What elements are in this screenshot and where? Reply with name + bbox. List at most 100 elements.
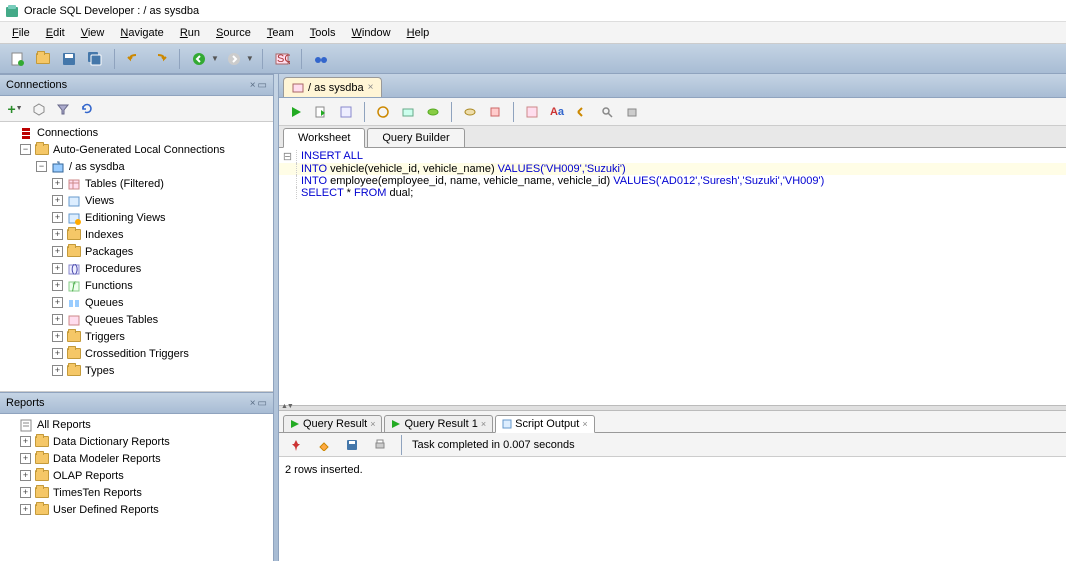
window-title: Oracle SQL Developer : / as sysdba — [24, 5, 199, 17]
editor-toolbar: Aa — [279, 98, 1066, 126]
sql-editor[interactable]: ⊟INSERT ALL INTO vehicle(vehicle_id, veh… — [279, 148, 1066, 405]
menu-bar: File Edit View Navigate Run Source Team … — [0, 22, 1066, 44]
rollback-button[interactable] — [459, 101, 481, 123]
minimize-icon[interactable]: × — [250, 80, 256, 91]
new-button[interactable] — [6, 48, 28, 70]
clear-button[interactable] — [521, 101, 543, 123]
menu-view[interactable]: View — [73, 25, 113, 41]
tree-triggers[interactable]: +Triggers — [0, 328, 273, 345]
run-script-button[interactable] — [310, 101, 332, 123]
script-output-body[interactable]: 2 rows inserted. — [279, 457, 1066, 561]
forward-button[interactable]: ▼ — [223, 48, 254, 70]
redo-button[interactable] — [149, 48, 171, 70]
back-button[interactable]: ▼ — [188, 48, 219, 70]
result-tabs: Query Result× Query Result 1× Script Out… — [279, 411, 1066, 433]
connections-title: Connections — [6, 79, 67, 91]
result-toolbar: Task completed in 0.007 seconds — [279, 433, 1066, 457]
tree-user-defined-reports[interactable]: +User Defined Reports — [0, 501, 273, 518]
tree-all-reports[interactable]: All Reports — [0, 416, 273, 433]
tree-connection[interactable]: −/ as sysdba — [0, 158, 273, 175]
tree-olap-reports[interactable]: +OLAP Reports — [0, 467, 273, 484]
tree-root-connections[interactable]: Connections — [0, 124, 273, 141]
reports-tree[interactable]: All Reports +Data Dictionary Reports +Da… — [0, 414, 273, 561]
filter-button[interactable] — [52, 98, 74, 120]
new-connection-button[interactable]: +▼ — [4, 98, 26, 120]
open-button[interactable] — [32, 48, 54, 70]
tns-button[interactable] — [28, 98, 50, 120]
reports-title: Reports — [6, 397, 45, 409]
tree-queues-tables[interactable]: +Queues Tables — [0, 311, 273, 328]
run-statement-button[interactable] — [285, 101, 307, 123]
svg-text:SQL: SQL — [277, 53, 290, 65]
bookmark-button[interactable] — [621, 101, 643, 123]
editor-area: / as sysdba × Aa Worksheet Query Builder — [279, 74, 1066, 561]
save-output-button[interactable] — [341, 434, 363, 456]
menu-navigate[interactable]: Navigate — [112, 25, 171, 41]
worksheet-tabs: Worksheet Query Builder — [279, 126, 1066, 148]
upper-lower-button[interactable]: Aa — [546, 101, 568, 123]
close-tab-icon[interactable]: × — [368, 82, 374, 93]
tree-timesten-reports[interactable]: +TimesTen Reports — [0, 484, 273, 501]
menu-file[interactable]: File — [4, 25, 38, 41]
reports-restore-icon[interactable]: ▭ — [258, 398, 267, 409]
menu-run[interactable]: Run — [172, 25, 208, 41]
pin-button[interactable] — [285, 434, 307, 456]
connections-panel-header: Connections ×▭ — [0, 74, 273, 96]
close-icon[interactable]: × — [582, 419, 587, 429]
document-tabs: / as sysdba × — [279, 74, 1066, 98]
sql-tuning-button[interactable] — [397, 101, 419, 123]
tree-views[interactable]: +Views — [0, 192, 273, 209]
close-icon[interactable]: × — [370, 419, 375, 429]
tab-query-result[interactable]: Query Result× — [283, 415, 382, 432]
app-icon — [4, 3, 20, 19]
tree-tables[interactable]: +Tables (Filtered) — [0, 175, 273, 192]
tab-query-builder[interactable]: Query Builder — [367, 128, 464, 147]
tree-data-modeler-reports[interactable]: +Data Modeler Reports — [0, 450, 273, 467]
save-all-button[interactable] — [84, 48, 106, 70]
refresh-button[interactable] — [76, 98, 98, 120]
find-button[interactable] — [596, 101, 618, 123]
menu-edit[interactable]: Edit — [38, 25, 73, 41]
tree-editioning-views[interactable]: +Editioning Views — [0, 209, 273, 226]
results-panel: Query Result× Query Result 1× Script Out… — [279, 411, 1066, 561]
binoculars-button[interactable] — [310, 48, 332, 70]
tab-script-output[interactable]: Script Output× — [495, 415, 594, 433]
menu-help[interactable]: Help — [399, 25, 438, 41]
commit-button[interactable] — [422, 101, 444, 123]
autotrace-button[interactable] — [372, 101, 394, 123]
undo-button[interactable] — [123, 48, 145, 70]
restore-icon[interactable]: ▭ — [258, 80, 267, 91]
reports-panel-header: Reports ×▭ — [0, 392, 273, 414]
tree-data-dict-reports[interactable]: +Data Dictionary Reports — [0, 433, 273, 450]
horizontal-splitter[interactable] — [279, 405, 1066, 411]
menu-source[interactable]: Source — [208, 25, 259, 41]
print-button[interactable] — [369, 434, 391, 456]
tree-indexes[interactable]: +Indexes — [0, 226, 273, 243]
tree-auto-gen[interactable]: −Auto-Generated Local Connections — [0, 141, 273, 158]
unshared-button[interactable] — [484, 101, 506, 123]
tab-query-result-1[interactable]: Query Result 1× — [384, 415, 493, 432]
tree-queues[interactable]: +Queues — [0, 294, 273, 311]
history-button[interactable] — [571, 101, 593, 123]
tree-packages[interactable]: +Packages — [0, 243, 273, 260]
menu-tools[interactable]: Tools — [302, 25, 344, 41]
menu-team[interactable]: Team — [259, 25, 302, 41]
close-icon[interactable]: × — [481, 419, 486, 429]
svg-text:(): () — [71, 263, 78, 275]
main-toolbar: ▼ ▼ SQL — [0, 44, 1066, 74]
title-bar: Oracle SQL Developer : / as sysdba — [0, 0, 1066, 22]
status-text: Task completed in 0.007 seconds — [412, 439, 575, 451]
tree-types[interactable]: +Types — [0, 362, 273, 379]
sql-button[interactable]: SQL — [271, 48, 293, 70]
connections-tree[interactable]: Connections −Auto-Generated Local Connec… — [0, 122, 273, 391]
document-tab-sysdba[interactable]: / as sysdba × — [283, 77, 382, 97]
explain-plan-button[interactable] — [335, 101, 357, 123]
reports-minimize-icon[interactable]: × — [250, 398, 256, 409]
tree-crossedition-triggers[interactable]: +Crossedition Triggers — [0, 345, 273, 362]
tab-worksheet[interactable]: Worksheet — [283, 128, 365, 148]
save-button[interactable] — [58, 48, 80, 70]
erase-button[interactable] — [313, 434, 335, 456]
tree-procedures[interactable]: +()Procedures — [0, 260, 273, 277]
tree-functions[interactable]: +ƒFunctions — [0, 277, 273, 294]
menu-window[interactable]: Window — [343, 25, 398, 41]
